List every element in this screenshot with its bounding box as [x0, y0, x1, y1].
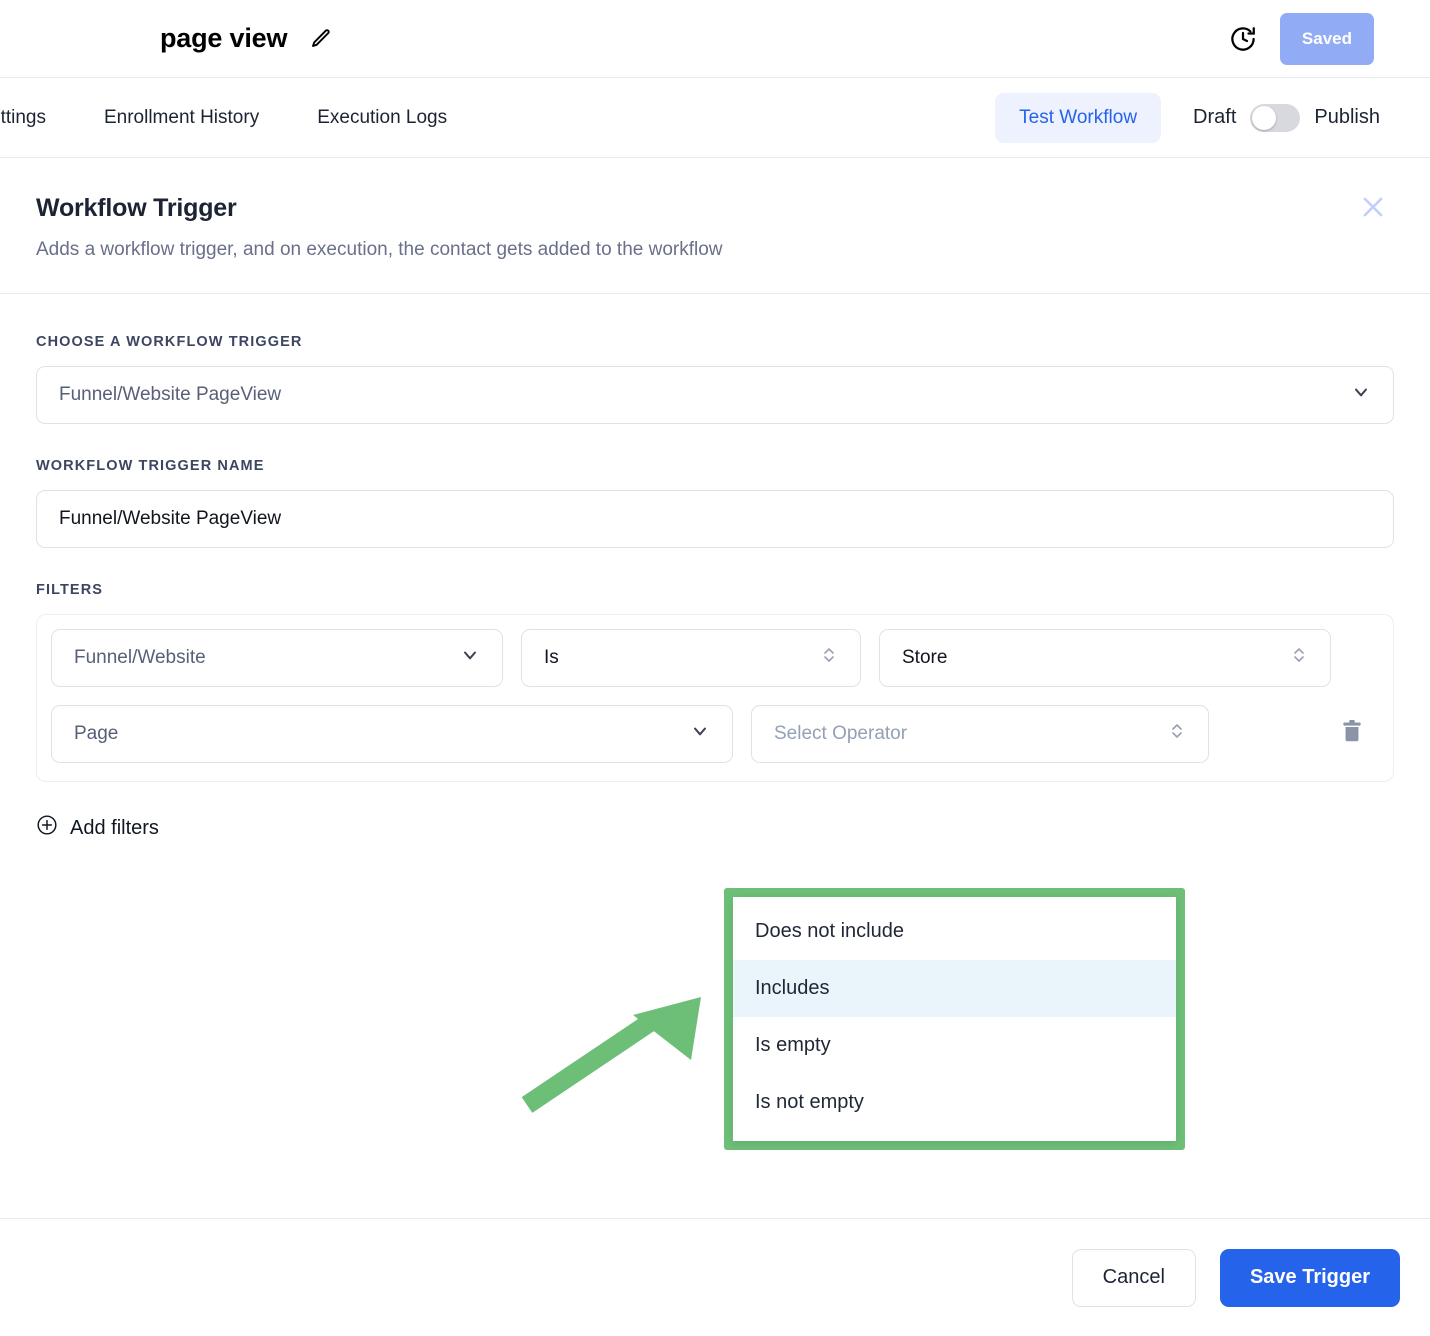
- panel-title: Workflow Trigger: [36, 194, 237, 222]
- dropdown-option-includes[interactable]: Includes: [733, 960, 1176, 1017]
- filter-field-value: Funnel/Website: [74, 647, 206, 668]
- pencil-icon[interactable]: [309, 27, 333, 51]
- panel-header: Workflow Trigger Adds a workflow trigger…: [0, 158, 1430, 294]
- save-trigger-button[interactable]: Save Trigger: [1219, 1248, 1400, 1307]
- filter-operator-select[interactable]: Is: [521, 629, 861, 687]
- chevron-down-icon: [460, 645, 480, 671]
- filter-operator-select[interactable]: Select Operator: [751, 705, 1209, 763]
- choose-trigger-value: Funnel/Website PageView: [59, 384, 282, 405]
- filter-operator-placeholder: Select Operator: [774, 723, 908, 744]
- filter-value-select[interactable]: Store: [879, 629, 1331, 687]
- tab-bar-actions: Test Workflow Draft Publish: [995, 92, 1380, 143]
- tab-enrollment-history[interactable]: Enrollment History: [104, 107, 259, 129]
- add-filters-label: Add filters: [70, 816, 159, 839]
- trigger-name-label: WORKFLOW TRIGGER NAME: [36, 458, 265, 474]
- panel-subtitle: Adds a workflow trigger, and on executio…: [36, 239, 723, 260]
- filter-field-select[interactable]: Funnel/Website: [51, 629, 503, 687]
- top-bar-actions: Saved: [1228, 0, 1374, 78]
- delete-filter-button[interactable]: [1339, 718, 1365, 751]
- selector-updown-icon: [1290, 644, 1308, 672]
- filter-value-value: Store: [902, 647, 948, 668]
- choose-trigger-select[interactable]: Funnel/Website PageView: [36, 366, 1394, 424]
- close-icon[interactable]: [1358, 192, 1388, 222]
- top-bar: page view Saved: [0, 0, 1430, 78]
- filter-row: Page Select Operator: [51, 705, 1379, 763]
- filter-operator-value: Is: [544, 647, 559, 668]
- plus-circle-icon: [36, 814, 58, 842]
- selector-updown-icon: [820, 644, 838, 672]
- dropdown-option-does-not-include[interactable]: Does not include: [733, 903, 1176, 960]
- trigger-name-value: Funnel/Website PageView: [59, 508, 282, 529]
- test-workflow-button[interactable]: Test Workflow: [995, 92, 1162, 143]
- filters-container: Funnel/Website Is Store Page Select Oper…: [36, 614, 1394, 782]
- trigger-name-input[interactable]: Funnel/Website PageView: [36, 490, 1394, 548]
- tab-settings[interactable]: ettings: [0, 107, 46, 129]
- tab-list: ettings Enrollment History Execution Log…: [0, 107, 447, 129]
- saved-button[interactable]: Saved: [1279, 13, 1374, 65]
- trash-icon: [1339, 718, 1365, 751]
- tab-execution-logs[interactable]: Execution Logs: [317, 107, 447, 129]
- operator-dropdown-highlight: Does not include Includes Is empty Is no…: [724, 888, 1185, 1150]
- filters-label: FILTERS: [36, 582, 104, 598]
- filter-row: Funnel/Website Is Store: [51, 629, 1379, 687]
- tab-bar: ettings Enrollment History Execution Log…: [0, 78, 1430, 158]
- dropdown-option-is-empty[interactable]: Is empty: [733, 1017, 1176, 1074]
- chevron-down-icon: [690, 721, 710, 747]
- draft-label: Draft: [1193, 106, 1237, 128]
- filter-field-value: Page: [74, 723, 119, 744]
- panel-body: CHOOSE A WORKFLOW TRIGGER Funnel/Website…: [0, 294, 1430, 842]
- cancel-button[interactable]: Cancel: [1071, 1248, 1196, 1307]
- toggle-knob: [1252, 105, 1277, 130]
- publish-toggle[interactable]: [1250, 103, 1301, 132]
- add-filters-button[interactable]: Add filters: [36, 814, 159, 842]
- publish-toggle-group: Draft Publish: [1193, 103, 1380, 132]
- panel-footer: Cancel Save Trigger: [0, 1218, 1430, 1336]
- chevron-down-icon: [1351, 382, 1371, 408]
- clock-history-icon[interactable]: [1228, 24, 1258, 54]
- selector-updown-icon: [1168, 720, 1186, 748]
- annotation-arrow-icon: [521, 997, 701, 1113]
- filter-field-select[interactable]: Page: [51, 705, 733, 763]
- dropdown-option-is-not-empty[interactable]: Is not empty: [733, 1074, 1176, 1131]
- choose-trigger-label: CHOOSE A WORKFLOW TRIGGER: [36, 334, 303, 350]
- publish-label: Publish: [1314, 106, 1380, 128]
- operator-dropdown-menu: Does not include Includes Is empty Is no…: [733, 897, 1176, 1141]
- page-title: page view: [160, 23, 288, 53]
